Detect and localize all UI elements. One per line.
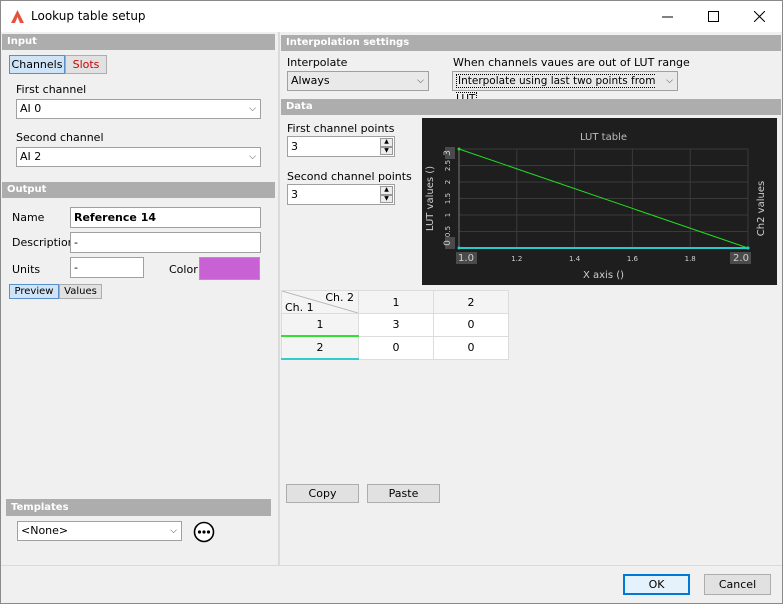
tab-channels[interactable]: Channels [9,55,65,74]
second-channel-label: Second channel [16,131,104,144]
y-tick-label: 0.5 [444,226,452,237]
series-point-2 [457,246,461,250]
panel-divider [278,32,280,565]
spin-up-icon[interactable]: ▲ [380,186,393,195]
second-points-value: 3 [291,188,298,201]
chevron-down-icon: ⌵ [249,152,256,162]
app-logo-icon [11,10,24,23]
templates-section-header: Templates [6,499,271,516]
first-points-stepper[interactable]: 3 ▲ ▼ [287,136,395,157]
color-label: Color [169,263,198,276]
first-channel-select[interactable]: AI 0 ⌵ [16,99,261,119]
interpolation-section-header: Interpolation settings [281,35,781,51]
description-label: Description [12,236,75,249]
spin-down-icon[interactable]: ▼ [380,194,393,203]
maximize-icon [707,11,719,22]
window-title: Lookup table setup [31,9,146,23]
chevron-down-icon: ⌵ [666,76,673,86]
y-tick-label: 2 [444,180,452,184]
templates-select[interactable]: <None> ⌵ [17,521,182,541]
series-point-1 [457,147,461,151]
x-tick-label: 1.8 [685,255,696,263]
chevron-down-icon: ⌵ [417,76,424,86]
first-channel-label: First channel [16,83,87,96]
tab-preview[interactable]: Preview [9,284,59,299]
units-label: Units [12,263,41,276]
table-row: 2 0 0 [281,335,509,360]
series-point-2 [746,246,750,250]
lut-chart: LUT table 1.0 1.2 1.4 1.6 1.8 2.0 0 0.5 1 1.5 2 2.5 3… [422,118,777,285]
name-input[interactable]: Reference 14 [70,207,261,228]
minimize-icon [661,16,673,18]
second-points-label: Second channel points [287,170,412,183]
table-cell[interactable]: 0 [433,313,509,337]
col-header-1[interactable]: 1 [358,290,434,314]
description-input[interactable]: - [70,232,261,253]
spin-down-icon[interactable]: ▼ [380,146,393,155]
lut-table: Ch. 2 Ch. 1 1 2 1 3 0 2 0 0 [281,290,509,360]
y-tick-label: 0 [443,240,453,246]
maximize-button[interactable] [690,1,736,32]
minimize-button[interactable] [644,1,690,32]
tab-values[interactable]: Values [59,284,102,299]
units-input[interactable]: - [70,257,144,278]
chevron-down-icon: ⌵ [249,104,256,114]
second-channel-select[interactable]: AI 2 ⌵ [16,147,261,167]
data-section-header: Data [281,99,781,115]
table-cell[interactable]: 0 [433,335,509,360]
copy-button[interactable]: Copy [286,484,359,503]
x-tick-label: 2.0 [733,253,749,264]
y-tick-label: 3 [443,150,453,156]
corner-row-label: Ch. 1 [285,301,314,314]
close-icon [753,11,765,22]
row-header-1[interactable]: 1 [281,313,359,337]
templates-value: <None> [21,524,69,537]
lookup-table-dialog: Lookup table setup Input Channels Slots … [0,0,783,604]
table-row: 1 3 0 [281,313,509,337]
close-button[interactable] [736,1,782,32]
table-cell[interactable]: 3 [358,313,434,337]
y2-axis-label: Ch2 values [756,181,767,236]
col-header-2[interactable]: 2 [433,290,509,314]
y-tick-label: 2.5 [444,160,452,171]
input-section-header: Input [2,34,275,50]
first-points-value: 3 [291,140,298,153]
interpolate-value: Always [291,74,330,87]
color-picker[interactable] [199,257,260,280]
interpolate-select[interactable]: Always ⌵ [287,71,429,91]
table-corner-cell: Ch. 2 Ch. 1 [281,290,359,314]
x-axis-label: X axis () [583,270,624,281]
chart-title: LUT table [580,132,627,143]
out-of-range-label: When channels vaues are out of LUT range [453,56,690,69]
first-channel-value: AI 0 [20,102,42,115]
row-header-2[interactable]: 2 [281,335,359,360]
first-points-label: First channel points [287,122,395,135]
output-section-header: Output [2,182,275,198]
spin-up-icon[interactable]: ▲ [380,138,393,147]
second-points-stepper[interactable]: 3 ▲ ▼ [287,184,395,205]
y-tick-label: 1 [444,213,452,217]
chevron-down-icon: ⌵ [170,526,177,536]
tab-slots[interactable]: Slots [65,55,107,74]
y-tick-label: 1.5 [444,193,452,204]
x-tick-label: 1.2 [511,255,522,263]
second-channel-value: AI 2 [20,150,42,163]
out-of-range-select[interactable]: Interpolate using last two points from L… [452,71,678,106]
table-header-row: Ch. 2 Ch. 1 1 2 [281,290,509,314]
corner-col-label: Ch. 2 [325,291,354,304]
ok-button[interactable]: OK [623,574,690,595]
footer-separator [1,565,782,566]
cancel-button[interactable]: Cancel [704,574,771,595]
more-options-icon[interactable] [193,521,215,543]
table-cell[interactable]: 0 [358,335,434,360]
title-bar: Lookup table setup [1,1,782,32]
x-tick-label: 1.6 [627,255,639,263]
y-axis-label: LUT values () [425,166,436,231]
interpolate-label: Interpolate [287,56,348,69]
x-tick-label: 1.0 [458,253,474,264]
paste-button[interactable]: Paste [367,484,440,503]
x-tick-label: 1.4 [569,255,581,263]
name-label: Name [12,211,45,224]
